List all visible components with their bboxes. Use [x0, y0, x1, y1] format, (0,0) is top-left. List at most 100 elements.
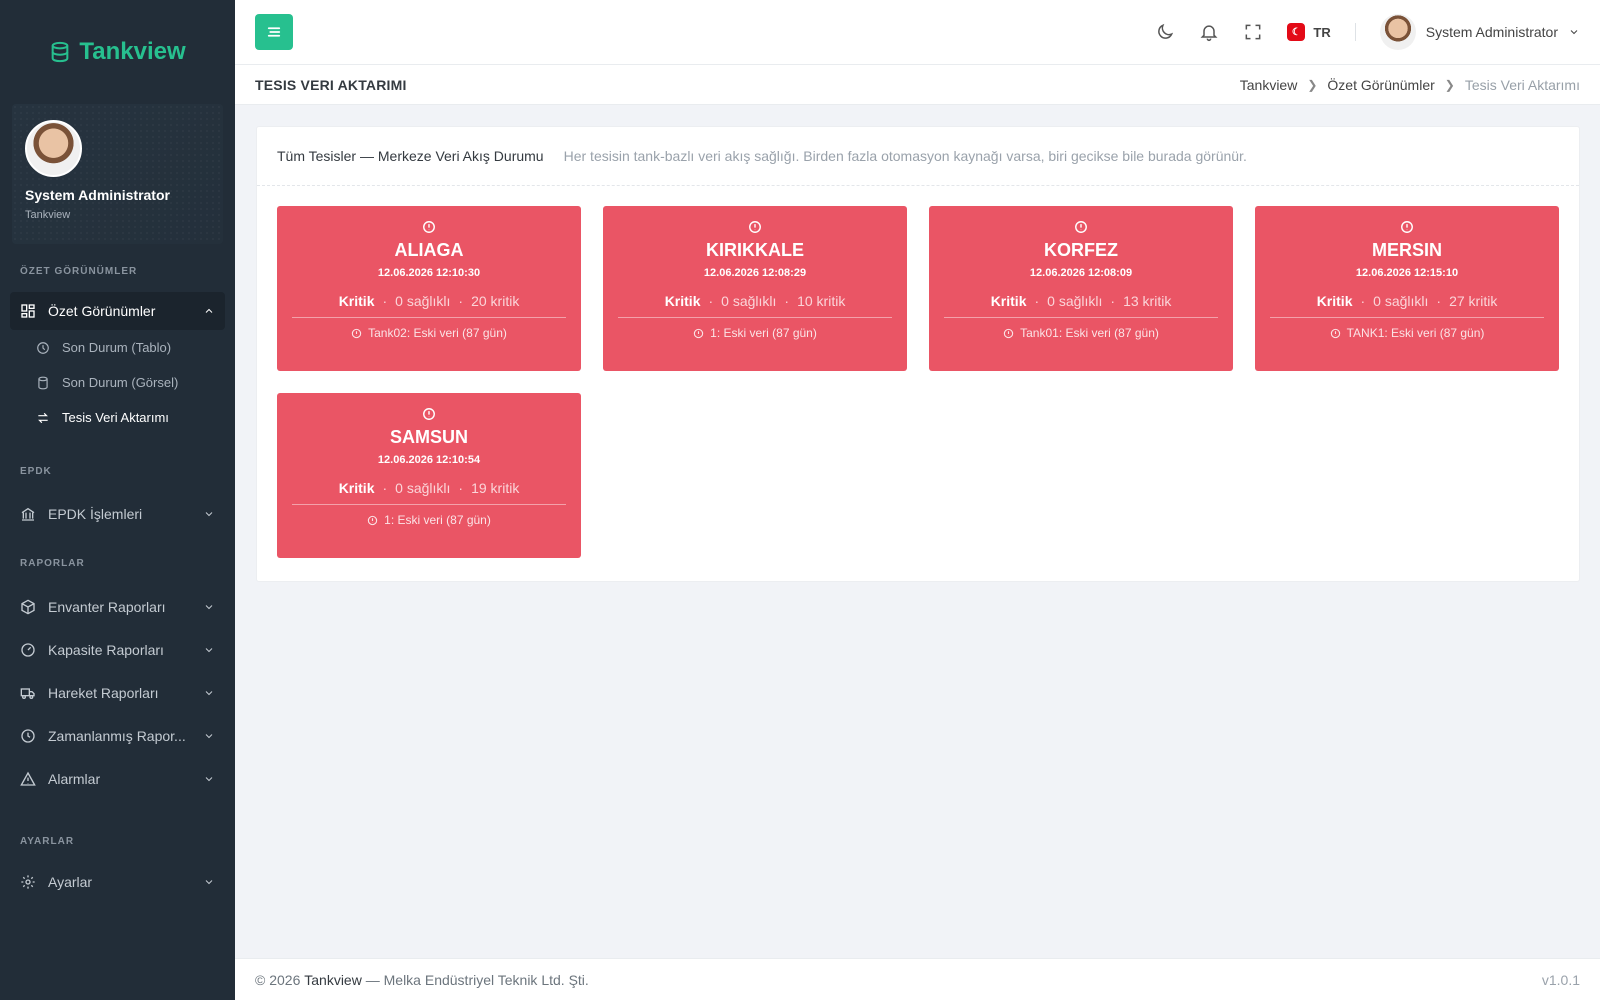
language-label: TR — [1313, 24, 1331, 40]
chevron-right-icon: ❯ — [1307, 77, 1318, 92]
language-selector[interactable]: ☾ TR — [1287, 23, 1331, 41]
status-badge: Kritik — [338, 480, 375, 496]
breadcrumb: Tankview ❯ Özet Görünümler ❯ Tesis Veri … — [1240, 77, 1580, 93]
sidebar-item-label: Özet Görünümler — [48, 303, 156, 319]
profile-card: System Administrator Tankview — [12, 104, 223, 244]
chevron-down-icon — [205, 604, 213, 609]
section-reports: RAPORLAR — [20, 557, 85, 569]
sidebar-item-label: EPDK İşlemleri — [48, 506, 143, 522]
sidebar-item-epdk[interactable]: EPDK İşlemleri — [10, 495, 225, 533]
facility-name: SAMSUN — [389, 427, 468, 447]
facility-tile[interactable]: ALIAGA 12.06.2026 12:10:30 Kritik · 0 sağlık… — [277, 206, 581, 371]
healthy-count: 0 sağlıklı — [1047, 293, 1103, 309]
facility-status-card: Tüm Tesisler — Merkeze Veri Akış Durumu … — [256, 126, 1580, 582]
avatar — [25, 120, 82, 177]
facility-timestamp: 12.06.2026 12:10:30 — [377, 267, 481, 279]
sidebar-item-label: Ayarlar — [48, 874, 93, 890]
sidebar-item-inventory-reports[interactable]: Envanter Raporları — [10, 585, 225, 628]
sidebar-item-scheduled-reports[interactable]: Zamanlanmış Rapor... — [10, 714, 225, 757]
sidebar-item-overview[interactable]: Özet Görünümler — [10, 292, 225, 330]
chevron-down-icon — [1570, 30, 1578, 35]
moon-icon[interactable] — [1155, 22, 1175, 42]
critical-count: 13 kritik — [1123, 293, 1172, 309]
facility-timestamp: 12.06.2026 12:08:29 — [703, 267, 807, 279]
alert-circle-icon — [1400, 220, 1414, 234]
chevron-down-icon — [205, 880, 213, 885]
sidebar-item-capacity-reports[interactable]: Kapasite Raporları — [10, 628, 225, 671]
facility-timestamp: 12.06.2026 12:08:09 — [1029, 267, 1133, 279]
user-menu[interactable]: System Administrator — [1379, 14, 1580, 50]
sidebar-item-label: Zamanlanmış Rapor... — [48, 727, 186, 744]
facility-grid: ALIAGA 12.06.2026 12:10:30 Kritik · 0 sağlık… — [277, 206, 1559, 558]
dot-separator: · — [708, 293, 714, 309]
note-text: TANK1: Eski veri (87 gün) — [1346, 326, 1485, 340]
facility-tile[interactable]: KIRIKKALE 12.06.2026 12:08:29 Kritik · 0 sağ… — [603, 206, 907, 371]
facility-name: KORFEZ — [1044, 240, 1118, 260]
facility-stats: Kritik · 0 sağlıklı · 10 kritik — [603, 293, 907, 309]
footer-company: — Melka Endüstriyel Teknik Ltd. Şti. — [365, 971, 589, 988]
breadcrumb-home[interactable]: Tankview — [1240, 77, 1298, 93]
menu-icon — [267, 27, 281, 37]
sidebar-subitem-transfer[interactable]: Tesis Veri Aktarımı — [0, 400, 235, 435]
flag-tr-icon: ☾ — [1287, 23, 1306, 41]
alert-circle-icon — [422, 220, 436, 234]
divider — [618, 317, 892, 318]
sidebar-item-settings[interactable]: Ayarlar — [10, 863, 225, 901]
healthy-count: 0 sağlıklı — [1373, 293, 1429, 309]
dot-separator: · — [1436, 293, 1442, 309]
app-version: v1.0.1 — [1541, 971, 1580, 988]
divider — [292, 317, 566, 318]
card-title: Tüm Tesisler — Merkeze Veri Akış Durumu — [277, 148, 544, 164]
gear-icon — [21, 875, 35, 889]
facility-stats: Kritik · 0 sağlıklı · 20 kritik — [277, 293, 581, 309]
dot-separator: · — [1034, 293, 1040, 309]
page-title: TESIS VERI AKTARIMI — [255, 76, 407, 93]
critical-count: 10 kritik — [797, 293, 846, 309]
dot-separator: · — [1110, 293, 1116, 309]
brand-logo[interactable]: Tankview — [0, 0, 235, 104]
menu-toggle-button[interactable] — [255, 14, 293, 50]
note-text: Tank01: Eski veri (87 gün) — [1020, 326, 1159, 340]
arrows-exchange-icon — [38, 412, 48, 423]
dot-separator: · — [784, 293, 790, 309]
gauge-icon — [21, 642, 35, 657]
chevron-down-icon — [205, 512, 213, 517]
profile-name: System Administrator — [25, 187, 170, 203]
note-text: 1: Eski veri (87 gün) — [710, 326, 817, 340]
sidebar-item-movement-reports[interactable]: Hareket Raporları — [10, 671, 225, 714]
alert-circle-icon — [1074, 220, 1088, 234]
critical-count: 19 kritik — [471, 480, 520, 496]
chevron-down-icon — [205, 690, 213, 695]
sidebar-subitem-table[interactable]: Son Durum (Tablo) — [0, 330, 235, 365]
sidebar-subitem-label: Son Durum (Tablo) — [62, 340, 172, 355]
bell-icon[interactable] — [1199, 22, 1219, 42]
topbar: ☾ TR System Administrator — [235, 0, 1600, 65]
divider — [944, 317, 1218, 318]
dot-separator: · — [1360, 293, 1366, 309]
fullscreen-icon[interactable] — [1243, 22, 1263, 42]
facility-tile[interactable]: KORFEZ 12.06.2026 12:08:09 Kritik · 0 sağlık… — [929, 206, 1233, 371]
critical-count: 27 kritik — [1449, 293, 1498, 309]
sidebar-item-alarms[interactable]: Alarmlar — [10, 757, 225, 800]
chevron-right-icon: ❯ — [1444, 77, 1455, 92]
facility-tile[interactable]: SAMSUN 12.06.2026 12:10:54 Kritik · 0 sağlık… — [277, 393, 581, 558]
sidebar-subitem-label: Tesis Veri Aktarımı — [62, 410, 169, 425]
facility-note: TANK1: Eski veri (87 gün) — [1255, 326, 1559, 340]
page-header: TESIS VERI AKTARIMI Tankview ❯ Özet Görü… — [235, 65, 1600, 105]
clock-icon — [21, 728, 35, 743]
breadcrumb-section[interactable]: Özet Görünümler — [1327, 77, 1434, 93]
divider — [1354, 23, 1356, 41]
chevron-up-icon — [205, 308, 213, 313]
alert-circle-icon — [422, 407, 436, 421]
status-badge: Kritik — [664, 293, 701, 309]
info-icon — [1003, 328, 1014, 339]
footer-brand: Tankview — [304, 971, 362, 988]
sidebar-item-label: Hareket Raporları — [48, 684, 159, 701]
sidebar-item-label: Envanter Raporları — [48, 598, 166, 615]
facility-tile[interactable]: MERSIN 12.06.2026 12:15:10 Kritik · 0 sağlık… — [1255, 206, 1559, 371]
profile-org: Tankview — [25, 209, 71, 221]
sidebar-subitem-visual[interactable]: Son Durum (Görsel) — [0, 365, 235, 400]
footer: © 2026 Tankview — Melka Endüstriyel Tekn… — [235, 958, 1600, 1000]
copyright: © 2026 — [255, 971, 301, 988]
sidebar-item-label: Alarmlar — [48, 770, 101, 787]
